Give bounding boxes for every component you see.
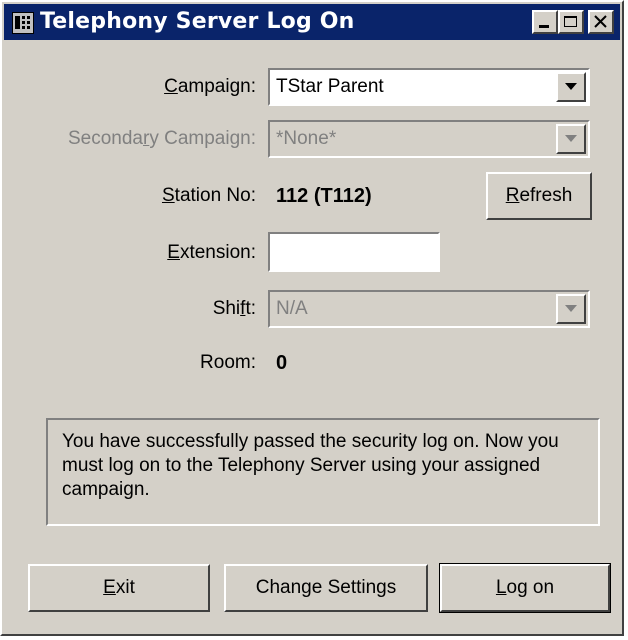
maximize-button[interactable] (558, 10, 584, 34)
shift-value: N/A (276, 298, 308, 319)
campaign-label: Campaign: (164, 76, 256, 97)
minimize-icon (539, 25, 549, 28)
log-on-button[interactable]: Log on (439, 563, 611, 613)
room-label: Room: (200, 352, 256, 373)
chevron-down-icon (565, 305, 577, 312)
telephone-app-icon (12, 12, 34, 34)
chevron-down-icon (565, 135, 577, 142)
maximize-icon (564, 16, 577, 27)
shift-dropdown-button[interactable] (556, 294, 586, 324)
shift-label: Shift: (212, 298, 256, 319)
campaign-dropdown-button[interactable] (556, 72, 586, 102)
station-label: Station No: (161, 185, 256, 206)
window-title: Telephony Server Log On (40, 9, 355, 34)
secondary-campaign-dropdown-button[interactable] (556, 124, 586, 154)
exit-button[interactable]: Exit (28, 564, 210, 612)
minimize-button[interactable] (532, 10, 558, 34)
room-value: 0 (276, 352, 288, 374)
extension-field[interactable] (268, 232, 440, 272)
secondary-campaign-label: Secondary Campaign: (67, 128, 256, 149)
info-message: You have successfully passed the securit… (46, 418, 600, 526)
extension-label: Extension: (167, 242, 256, 263)
refresh-button[interactable]: Refresh (486, 172, 592, 220)
close-icon (594, 15, 607, 28)
campaign-dropdown[interactable]: TStar Parent (268, 68, 590, 106)
campaign-value: TStar Parent (276, 76, 384, 97)
station-number: 112 (T112) (276, 185, 372, 207)
title-bar[interactable]: Telephony Server Log On (4, 4, 620, 40)
secondary-campaign-dropdown[interactable]: *None* (268, 120, 590, 158)
shift-dropdown[interactable]: N/A (268, 290, 590, 328)
chevron-down-icon (565, 83, 577, 90)
telephony-logon-window: Telephony Server Log On Campaign: TStar … (0, 0, 624, 636)
close-button[interactable] (588, 10, 614, 34)
secondary-campaign-value: *None* (276, 128, 337, 149)
change-settings-button[interactable]: Change Settings (224, 564, 428, 612)
